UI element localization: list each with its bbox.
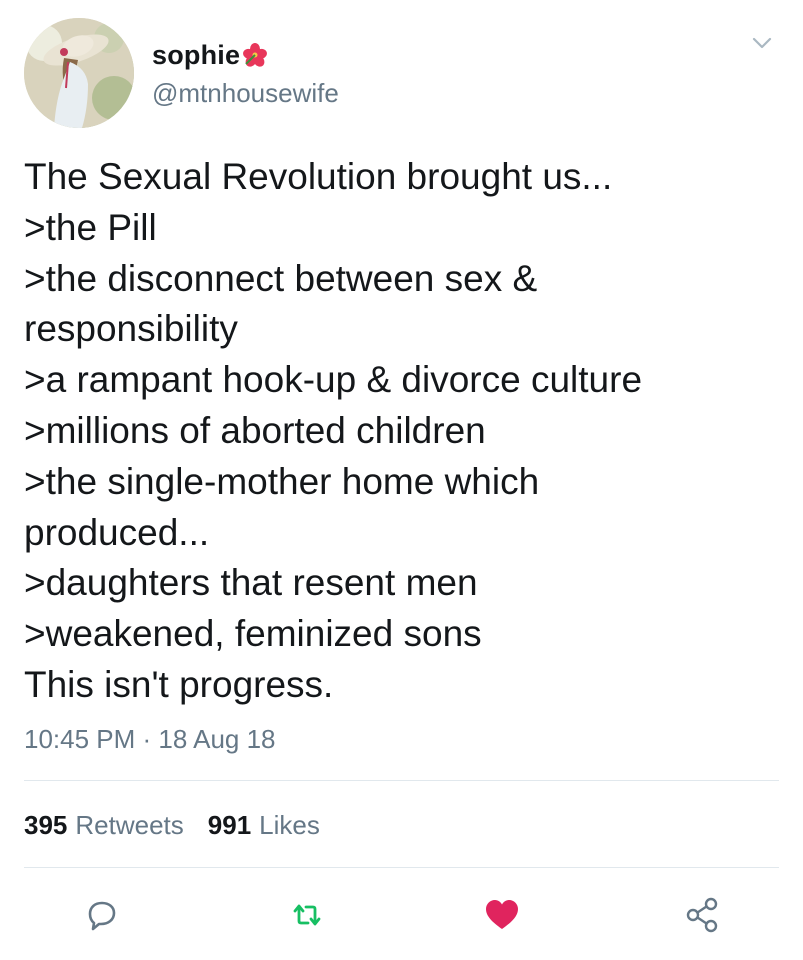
heart-icon xyxy=(486,900,518,929)
chevron-down-icon[interactable] xyxy=(749,30,775,56)
share-button[interactable] xyxy=(680,893,724,937)
tweet-timestamp[interactable]: 10:45 PM · 18 Aug 18 xyxy=(24,724,276,755)
hibiscus-emoji-icon xyxy=(242,42,268,68)
divider xyxy=(24,867,779,868)
likes-count[interactable]: 991 xyxy=(208,810,251,841)
reply-icon xyxy=(88,901,116,931)
avatar-photo xyxy=(24,18,134,128)
retweet-icon xyxy=(293,904,321,926)
tweet-card: sophie @mtnhousewife The Sexual Revoluti… xyxy=(0,0,803,960)
tweet-line: The Sexual Revolution brought us... xyxy=(24,156,613,197)
tweet-line: >daughters that resent men xyxy=(24,562,478,604)
tweet-line: responsibility xyxy=(24,308,238,350)
engagement-stats: 395 Retweets 991 Likes xyxy=(24,810,320,841)
divider xyxy=(24,780,779,781)
tweet-text: The Sexual Revolution brought us... >the… xyxy=(24,152,784,711)
retweet-button[interactable] xyxy=(285,893,329,937)
avatar[interactable] xyxy=(24,18,134,128)
reply-button[interactable] xyxy=(80,893,124,937)
tweet-line: >a rampant hook-up & divorce culture xyxy=(24,359,643,401)
tweet-line: >millions of aborted children xyxy=(24,409,486,451)
tweet-line: >weakened, feminized sons xyxy=(24,613,482,655)
tweet-line: >the single-mother home which xyxy=(24,460,540,502)
likes-label[interactable]: Likes xyxy=(259,810,320,841)
display-name[interactable]: sophie xyxy=(152,40,240,71)
tweet-line: >the disconnect between sex & xyxy=(24,257,538,299)
tweet-line: >the Pill xyxy=(24,206,157,248)
tweet-line: This isn't progress. xyxy=(24,663,334,705)
author-name-row[interactable]: sophie xyxy=(152,38,268,72)
tweet-line: produced... xyxy=(24,511,210,553)
action-bar xyxy=(0,893,803,941)
retweets-count[interactable]: 395 xyxy=(24,810,67,841)
share-icon xyxy=(686,897,718,933)
like-button[interactable] xyxy=(480,893,524,937)
retweets-label[interactable]: Retweets xyxy=(75,810,183,841)
user-handle[interactable]: @mtnhousewife xyxy=(152,78,339,109)
